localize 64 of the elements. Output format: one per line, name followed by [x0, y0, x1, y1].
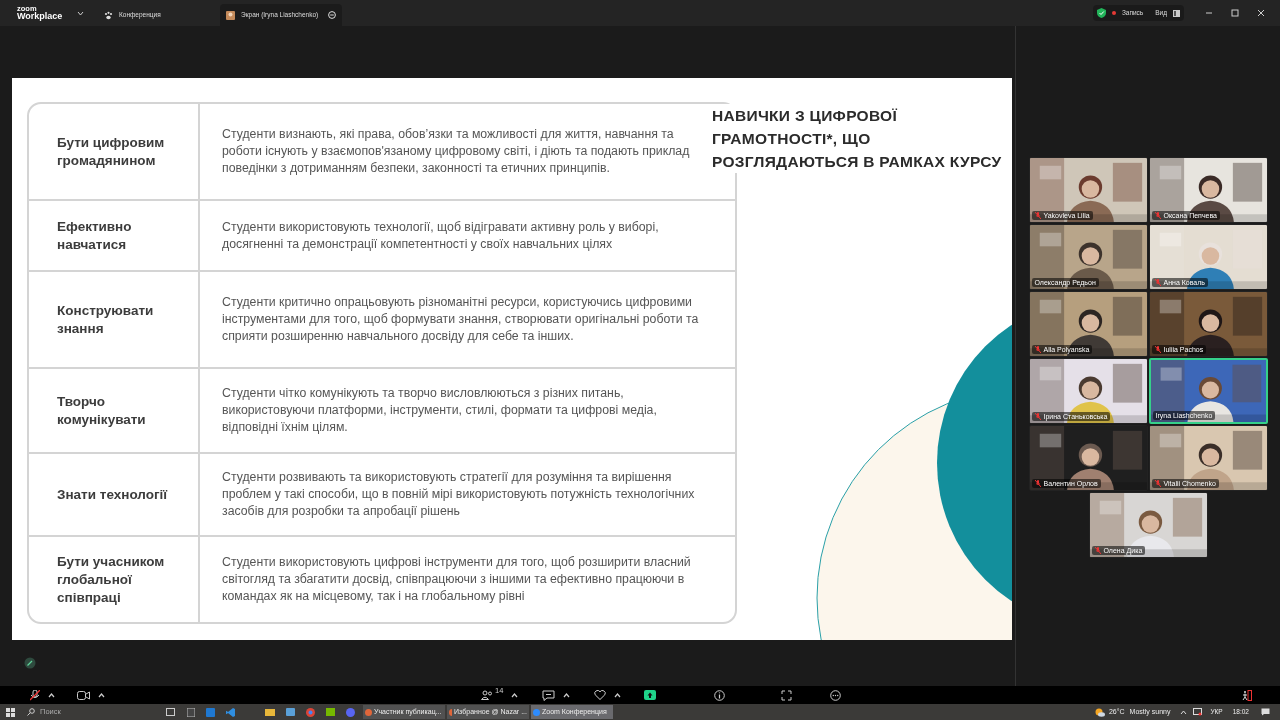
weather-icon	[1094, 707, 1105, 717]
caret-icon[interactable]	[98, 692, 105, 698]
heart-icon[interactable]	[594, 690, 607, 700]
logo-text: Workplace	[17, 12, 64, 22]
muted-mic-icon	[1094, 547, 1101, 554]
mail-app-icon[interactable]	[206, 707, 215, 717]
video-camera-icon[interactable]	[77, 690, 90, 700]
search-icon	[27, 708, 35, 716]
windows-start-icon[interactable]	[6, 707, 15, 717]
pencil-icon[interactable]	[24, 657, 36, 669]
description-text: Студенти чітко комунікують та творчо висловлюються з різних питань, використовуючи платформи, інструменти, стилі, формати та цифрові медіа, відповідні їхнім цілям.	[222, 385, 658, 436]
muted-mic-icon	[1034, 346, 1041, 353]
info-icon[interactable]	[714, 689, 726, 701]
browser-icon[interactable]	[306, 707, 315, 717]
notification-icon[interactable]	[1261, 708, 1270, 716]
muted-mic-icon[interactable]	[30, 689, 40, 701]
muted-mic-icon	[1154, 212, 1161, 219]
caret-icon[interactable]	[511, 692, 519, 698]
description-text: Студенти критично опрацьовують різноманітні ресурси, користуючись цифровими інструментами для того, щоб формувати знання, створювати оригінальні роботи та сприяти розширенню навчального досвіду для себе та інших.	[222, 294, 700, 345]
app-icon	[365, 708, 372, 716]
paw-icon	[104, 10, 113, 20]
chat-app-icon[interactable]	[346, 707, 355, 717]
muted-mic-icon	[1034, 212, 1041, 219]
skill-cell: Творчо комунікувати	[29, 369, 200, 452]
skill-cell: Знати технології	[29, 454, 200, 535]
share-screen-icon[interactable]	[644, 690, 657, 700]
avatar-icon	[226, 10, 235, 20]
muted-mic-icon	[1034, 480, 1041, 487]
frame-corners-icon[interactable]	[781, 689, 793, 701]
grid-view-icon[interactable]	[1173, 9, 1180, 17]
task-view-icon[interactable]	[166, 708, 175, 716]
chevron-up-icon[interactable]	[1180, 709, 1188, 715]
muted-mic-icon	[1154, 346, 1161, 353]
code-editor-icon[interactable]	[226, 707, 235, 717]
description-text: Студенти використовують цифрові інструменти для того, щоб розширити власний світогляд та збагатити досвід, співпрацюючи з іншими та ефективно працюючи в командах як на місцевому, так і на глобальному рівні	[222, 554, 692, 605]
chat-icon[interactable]	[542, 689, 556, 701]
more-icon[interactable]	[830, 689, 842, 701]
close-icon[interactable]	[1257, 9, 1265, 17]
monitor-icon[interactable]	[1193, 708, 1203, 716]
participants-icon[interactable]	[481, 690, 493, 700]
app-icon	[449, 708, 453, 716]
leave-door-icon[interactable]	[1242, 689, 1252, 701]
maximize-icon[interactable]	[1231, 9, 1239, 17]
skill-cell: Бути цифровим громадянином	[29, 104, 200, 199]
caret-icon[interactable]	[48, 692, 55, 698]
skill-cell: Ефективно навчатися	[29, 201, 200, 270]
muted-mic-icon	[1154, 279, 1161, 286]
skill-cell: Конструювати знання	[29, 272, 200, 367]
caret-icon[interactable]	[614, 692, 622, 698]
shield-check-icon	[1096, 8, 1106, 18]
caret-icon[interactable]	[563, 692, 571, 698]
folder-icon[interactable]	[265, 708, 275, 716]
skill-cell: Бути учасником глобальної співпраці	[29, 537, 200, 622]
minus-circle-icon[interactable]	[328, 11, 336, 19]
record-dot-icon	[1111, 11, 1116, 15]
muted-mic-icon	[1154, 480, 1161, 487]
muted-mic-icon	[1034, 413, 1041, 420]
app-icon[interactable]	[187, 707, 195, 717]
app-icon	[533, 708, 540, 716]
minimize-icon[interactable]	[1205, 9, 1213, 17]
description-text: Студенти розвивають та використовують стратегії для розуміння та вирішення проблем у такі способи, що в повній мірі використовують потужність технологічних засобів для розробки та апробації рішень	[222, 469, 696, 520]
description-text: Студенти використовують технології, щоб відігравати активну роль у виборі, досягненні та демонстрації компетентності у своїх навчальних цілях	[222, 218, 660, 253]
chevron-down-icon[interactable]	[77, 10, 84, 16]
description-text: Студенти визнають, які права, обовʼязки та можливості для життя, навчання та роботи існують у взаємопов'язаному цифровому світі, і діють та подають приклад поведінки з дотриманням безпеки, законності та етичних принципів.	[222, 126, 691, 177]
